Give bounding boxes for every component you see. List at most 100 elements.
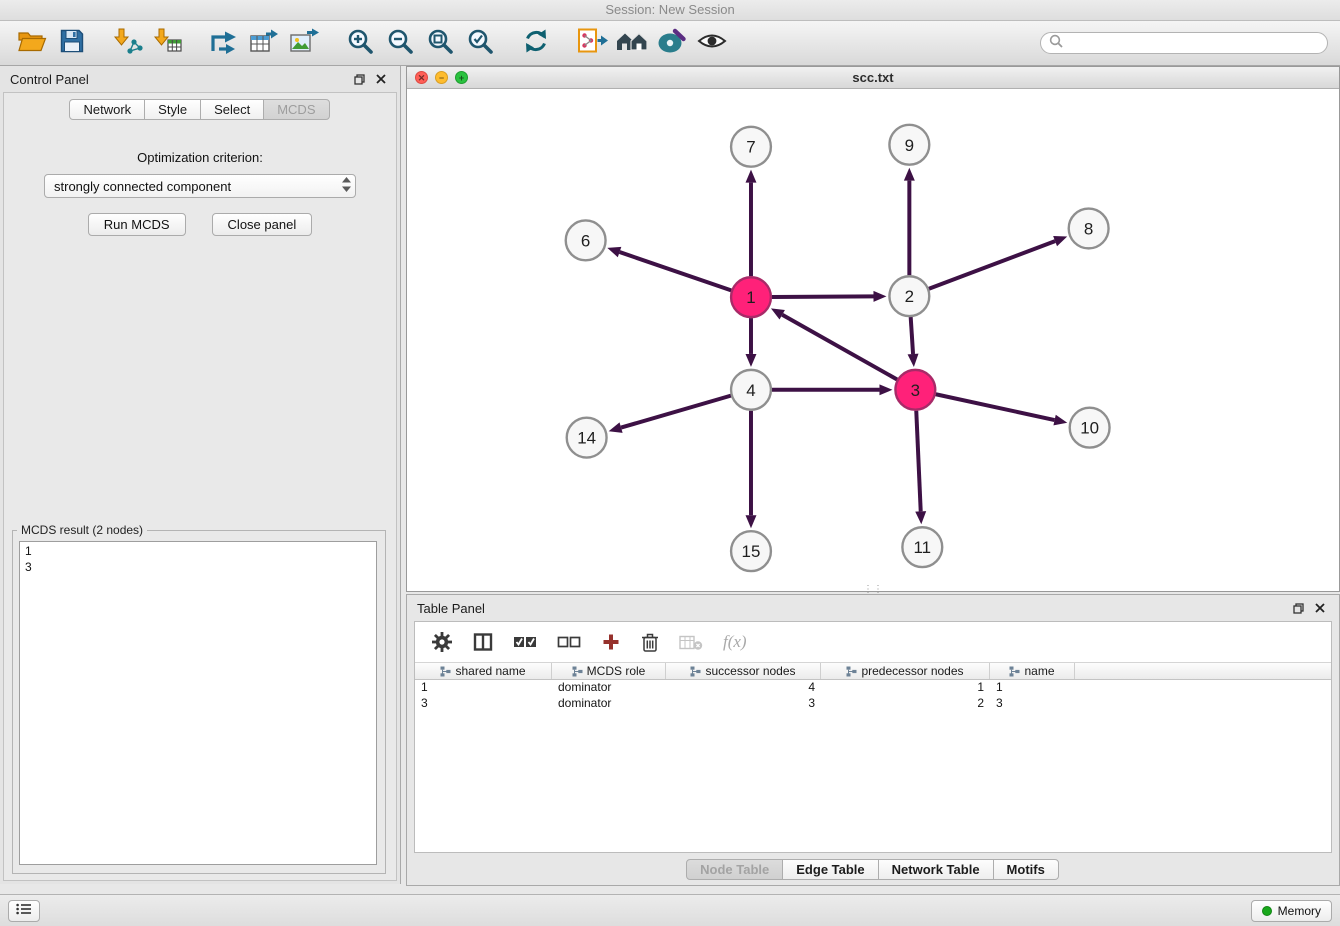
tab-node-table[interactable]: Node Table [686, 859, 783, 880]
import-network-button[interactable] [108, 25, 148, 61]
graph-edge-2-3[interactable] [911, 317, 913, 354]
network-canvas-container: 7 9 6 8 1 2 4 3 14 10 15 11 [407, 90, 1339, 591]
graph-node-9[interactable]: 9 [889, 125, 929, 165]
graph-edge-3-1[interactable] [782, 315, 897, 380]
graph-edge-arrow [609, 422, 623, 433]
table-cell: 1 [821, 680, 990, 696]
clone-network-button[interactable] [572, 25, 612, 61]
zoom-in-button[interactable] [340, 25, 380, 61]
zoom-out-button[interactable] [380, 25, 420, 61]
window-minimize-button[interactable]: − [435, 71, 448, 84]
graph-node-4[interactable]: 4 [731, 370, 771, 410]
show-hide-button[interactable] [692, 25, 732, 61]
graph-edge-3-10[interactable] [936, 394, 1055, 420]
table-toolbar: f(x) [415, 622, 1331, 662]
search-icon [1049, 34, 1063, 53]
column-header-predecessor-nodes[interactable]: predecessor nodes [821, 663, 990, 679]
float-panel-button[interactable] [350, 70, 368, 88]
delete-button[interactable] [641, 632, 659, 653]
criterion-dropdown[interactable]: strongly connected component [44, 174, 356, 198]
add-button[interactable] [601, 632, 621, 652]
tab-edge-table[interactable]: Edge Table [782, 859, 878, 880]
graph-node-2[interactable]: 2 [889, 276, 929, 316]
zoom-fit-button[interactable] [420, 25, 460, 61]
graph-edge-4-14[interactable] [621, 396, 731, 428]
column-header-MCDS-role[interactable]: MCDS role [552, 663, 666, 679]
memory-button[interactable]: Memory [1251, 900, 1332, 922]
table-tabs: Node TableEdge TableNetwork TableMotifs [407, 859, 1339, 880]
tab-select[interactable]: Select [200, 99, 264, 120]
refresh-button[interactable] [516, 25, 556, 61]
graph-node-label: 4 [746, 381, 755, 400]
network-view-window: ✕ − + scc.txt 7 9 6 8 1 2 4 3 14 10 15 11 ⋮⋮ [406, 66, 1340, 592]
first-neighbors-icon [615, 29, 649, 58]
column-header-name[interactable]: name [990, 663, 1075, 679]
graph-edge-1-6[interactable] [620, 252, 732, 290]
function-builder-button[interactable]: f(x) [723, 632, 747, 652]
graph-node-11[interactable]: 11 [902, 527, 942, 567]
tab-style[interactable]: Style [144, 99, 201, 120]
graph-edge-2-8[interactable] [929, 241, 1055, 289]
status-bar: Memory [0, 894, 1340, 926]
deselect-all-button[interactable] [557, 634, 581, 650]
import-table-button[interactable] [148, 25, 188, 61]
network-window-titlebar: ✕ − + scc.txt [407, 67, 1339, 89]
table-row[interactable]: 1dominator411 [415, 680, 1331, 696]
tab-network[interactable]: Network [69, 99, 145, 120]
open-button[interactable] [12, 25, 52, 61]
application-window: Session: New Session [0, 0, 1340, 926]
network-canvas[interactable]: 7 9 6 8 1 2 4 3 14 10 15 11 [407, 90, 1339, 591]
graph-node-10[interactable]: 10 [1070, 408, 1110, 448]
graph-node-15[interactable]: 15 [731, 531, 771, 571]
mcds-result-box: MCDS result (2 nodes) 1 3 [12, 523, 386, 874]
column-header-shared-name[interactable]: shared name [415, 663, 552, 679]
graph-edge-1-2[interactable] [772, 296, 874, 297]
graph-node-3[interactable]: 3 [895, 370, 935, 410]
table-cell: 3 [415, 696, 552, 712]
table-settings-button[interactable] [431, 631, 453, 653]
zoom-selected-button[interactable] [460, 25, 500, 61]
export-image-icon [289, 28, 319, 59]
graph-node-6[interactable]: 6 [566, 220, 606, 260]
window-close-button[interactable]: ✕ [415, 71, 428, 84]
close-panel-button[interactable] [372, 70, 390, 88]
graph-node-8[interactable]: 8 [1069, 209, 1109, 249]
window-zoom-button[interactable]: + [455, 71, 468, 84]
tab-network-table[interactable]: Network Table [878, 859, 994, 880]
splitter-handle[interactable]: ⋮⋮ [863, 588, 883, 592]
table-row[interactable]: 3dominator323 [415, 696, 1331, 712]
graph-node-1[interactable]: 1 [731, 277, 771, 317]
column-tree-icon [440, 666, 451, 677]
new-network-button[interactable] [204, 25, 244, 61]
tab-motifs[interactable]: Motifs [993, 859, 1059, 880]
zoom-in-icon [346, 27, 374, 60]
show-columns-button[interactable] [473, 632, 493, 652]
export-table-button[interactable] [244, 25, 284, 61]
control-panel-tabs: NetworkStyleSelectMCDS [4, 99, 396, 120]
table-header-row: shared name MCDS role successor nodesprede… [415, 662, 1331, 680]
delete-table-button[interactable] [679, 634, 703, 651]
export-image-button[interactable] [284, 25, 324, 61]
close-table-panel-button[interactable] [1311, 599, 1329, 617]
column-header-successor-nodes[interactable]: successor nodes [666, 663, 821, 679]
table-cell: 1 [415, 680, 552, 696]
apply-style-button[interactable] [652, 25, 692, 61]
close-panel-button-mcds[interactable]: Close panel [212, 213, 313, 236]
task-history-button[interactable] [8, 900, 40, 922]
graph-node-label: 10 [1080, 419, 1099, 438]
column-label: MCDS role [587, 664, 646, 678]
select-all-button[interactable] [513, 634, 537, 650]
first-neighbors-button[interactable] [612, 25, 652, 61]
tab-mcds[interactable]: MCDS [263, 99, 329, 120]
graph-edge-3-11[interactable] [916, 411, 920, 512]
save-button[interactable] [52, 25, 92, 61]
search-input[interactable] [1068, 36, 1319, 50]
search-field[interactable] [1040, 32, 1328, 54]
table-cell: 2 [821, 696, 990, 712]
graph-node-14[interactable]: 14 [567, 418, 607, 458]
float-table-panel-button[interactable] [1289, 599, 1307, 617]
graph-node-7[interactable]: 7 [731, 127, 771, 167]
run-mcds-button[interactable]: Run MCDS [88, 213, 186, 236]
mcds-result-text[interactable]: 1 3 [19, 541, 377, 865]
graph-node-label: 1 [746, 288, 755, 307]
